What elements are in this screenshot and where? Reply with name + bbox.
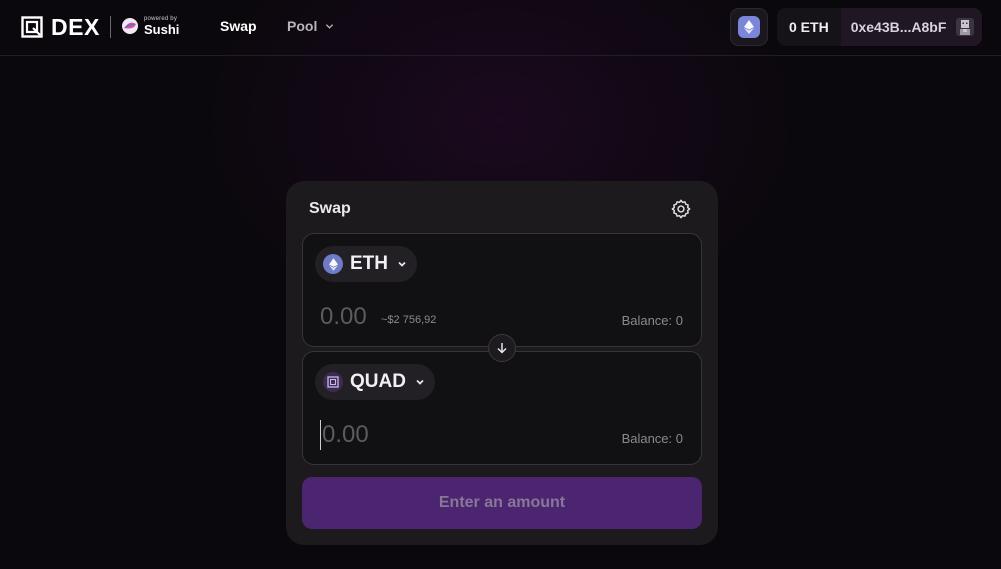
account-address-button[interactable]: 0xe43B...A8bF bbox=[840, 8, 982, 46]
dex-logo-icon bbox=[21, 16, 43, 38]
from-balance: Balance: 0 bbox=[621, 313, 683, 328]
logo-text: DEX bbox=[51, 14, 100, 40]
swap-to-panel: QUAD Balance: 0 bbox=[302, 351, 702, 465]
swap-card-title: Swap bbox=[309, 200, 351, 217]
avatar-icon bbox=[956, 18, 975, 36]
account-balance: 0 ETH bbox=[777, 8, 841, 46]
nav-swap-link[interactable]: Swap bbox=[220, 18, 257, 34]
enter-amount-button[interactable]: Enter an amount bbox=[302, 477, 702, 529]
swap-from-panel: ETH ~$2 756,92 Balance: 0 bbox=[302, 233, 702, 347]
gear-icon[interactable] bbox=[670, 198, 692, 220]
switch-tokens-button[interactable] bbox=[488, 334, 516, 362]
powered-by-sushi: powered by Sushi bbox=[121, 16, 179, 36]
to-amount-input[interactable] bbox=[320, 420, 382, 450]
account-widget[interactable]: 0 ETH 0xe43B...A8bF bbox=[777, 8, 982, 46]
from-usd-value: ~$2 756,92 bbox=[381, 314, 437, 326]
ethereum-icon bbox=[738, 16, 760, 38]
chevron-down-icon bbox=[398, 261, 406, 267]
to-token-symbol: QUAD bbox=[350, 371, 406, 392]
swap-card: Swap ETH ~$2 756,92 Balance: 0 bbox=[286, 181, 718, 545]
to-balance: Balance: 0 bbox=[621, 431, 683, 446]
ethereum-icon bbox=[323, 254, 343, 274]
network-selector-button[interactable] bbox=[730, 8, 768, 46]
from-amount-input[interactable] bbox=[320, 302, 380, 332]
sushi-logo-icon bbox=[122, 18, 138, 34]
nav-pool-label: Pool bbox=[287, 18, 318, 34]
top-nav-bar: DEX powered by Sushi Swap Pool 0 ETH 0xe… bbox=[0, 0, 1001, 56]
chevron-down-icon bbox=[416, 379, 424, 385]
quad-token-icon bbox=[323, 372, 343, 392]
nav-pool-dropdown[interactable]: Pool bbox=[287, 18, 334, 34]
chevron-down-icon bbox=[326, 23, 334, 29]
to-token-selector[interactable]: QUAD bbox=[315, 364, 435, 400]
logo-divider bbox=[110, 16, 111, 38]
from-token-symbol: ETH bbox=[350, 253, 388, 274]
from-token-selector[interactable]: ETH bbox=[315, 246, 417, 282]
powered-by-brand: Sushi bbox=[144, 22, 180, 37]
dex-logo[interactable]: DEX bbox=[21, 14, 100, 40]
arrow-down-icon bbox=[497, 343, 507, 354]
account-address: 0xe43B...A8bF bbox=[850, 19, 947, 35]
